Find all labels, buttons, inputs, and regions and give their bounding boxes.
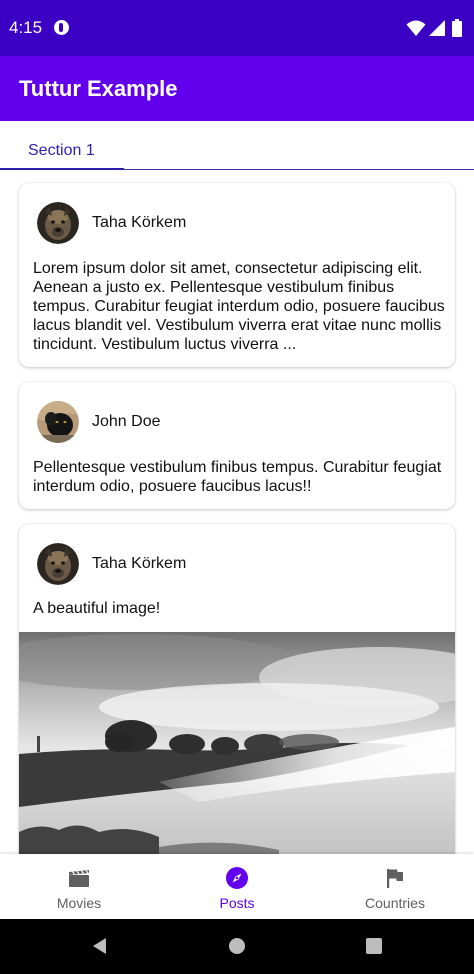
back-icon[interactable] xyxy=(91,937,109,955)
app-title: Tuttur Example xyxy=(19,76,178,101)
nav-label: Posts xyxy=(219,895,255,911)
nav-label: Countries xyxy=(365,895,425,911)
post-text: Lorem ipsum dolor sit amet, consectetur … xyxy=(33,260,445,353)
compass-icon xyxy=(226,867,248,889)
battery-icon xyxy=(452,19,462,37)
clapperboard-icon xyxy=(69,869,89,887)
home-icon[interactable] xyxy=(229,938,245,954)
post-card[interactable]: Taha Körkem A beautiful image! xyxy=(19,524,455,854)
post-text: A beautiful image! xyxy=(33,600,161,617)
bottom-navigation: Movies Posts Countries xyxy=(0,854,474,919)
flag-icon xyxy=(387,869,403,888)
nav-label: Movies xyxy=(56,895,102,911)
status-icons xyxy=(406,19,466,37)
system-navigation-bar xyxy=(0,919,474,974)
author-name: John Doe xyxy=(92,413,161,430)
misty-landscape-photo[interactable] xyxy=(19,632,455,854)
post-text: Pellentesque vestibulum finibus tempus. … xyxy=(33,459,442,495)
dog-avatar xyxy=(37,202,79,244)
status-time: 4:15 xyxy=(9,18,43,37)
author-name: Taha Körkem xyxy=(92,214,187,231)
app-screen: 4:15 Tuttur Example Section 1 Taha Körke… xyxy=(0,0,474,974)
nav-item-posts[interactable]: Posts xyxy=(158,854,316,919)
author-name: Taha Körkem xyxy=(92,555,187,572)
tab-section-1[interactable]: Section 1 xyxy=(0,121,124,170)
dog-avatar xyxy=(37,543,79,585)
tab-strip: Section 1 xyxy=(0,121,474,170)
tab-label: Section 1 xyxy=(28,142,95,159)
post-card[interactable]: Taha Körkem Lorem ipsum dolor sit amet, … xyxy=(19,183,455,367)
nav-item-countries[interactable]: Countries xyxy=(316,854,474,919)
post-card[interactable]: John Doe Pellentesque vestibulum finibus… xyxy=(19,382,455,509)
panther-avatar xyxy=(37,401,79,443)
nav-item-movies[interactable]: Movies xyxy=(0,854,158,919)
wifi-icon xyxy=(406,20,426,36)
app-notification-icon xyxy=(54,20,69,35)
recents-icon[interactable] xyxy=(366,938,382,954)
post-feed[interactable]: Taha Körkem Lorem ipsum dolor sit amet, … xyxy=(0,170,474,854)
status-bar: 4:15 xyxy=(0,0,474,56)
signal-icon xyxy=(429,20,445,36)
app-bar: Tuttur Example xyxy=(0,56,474,121)
